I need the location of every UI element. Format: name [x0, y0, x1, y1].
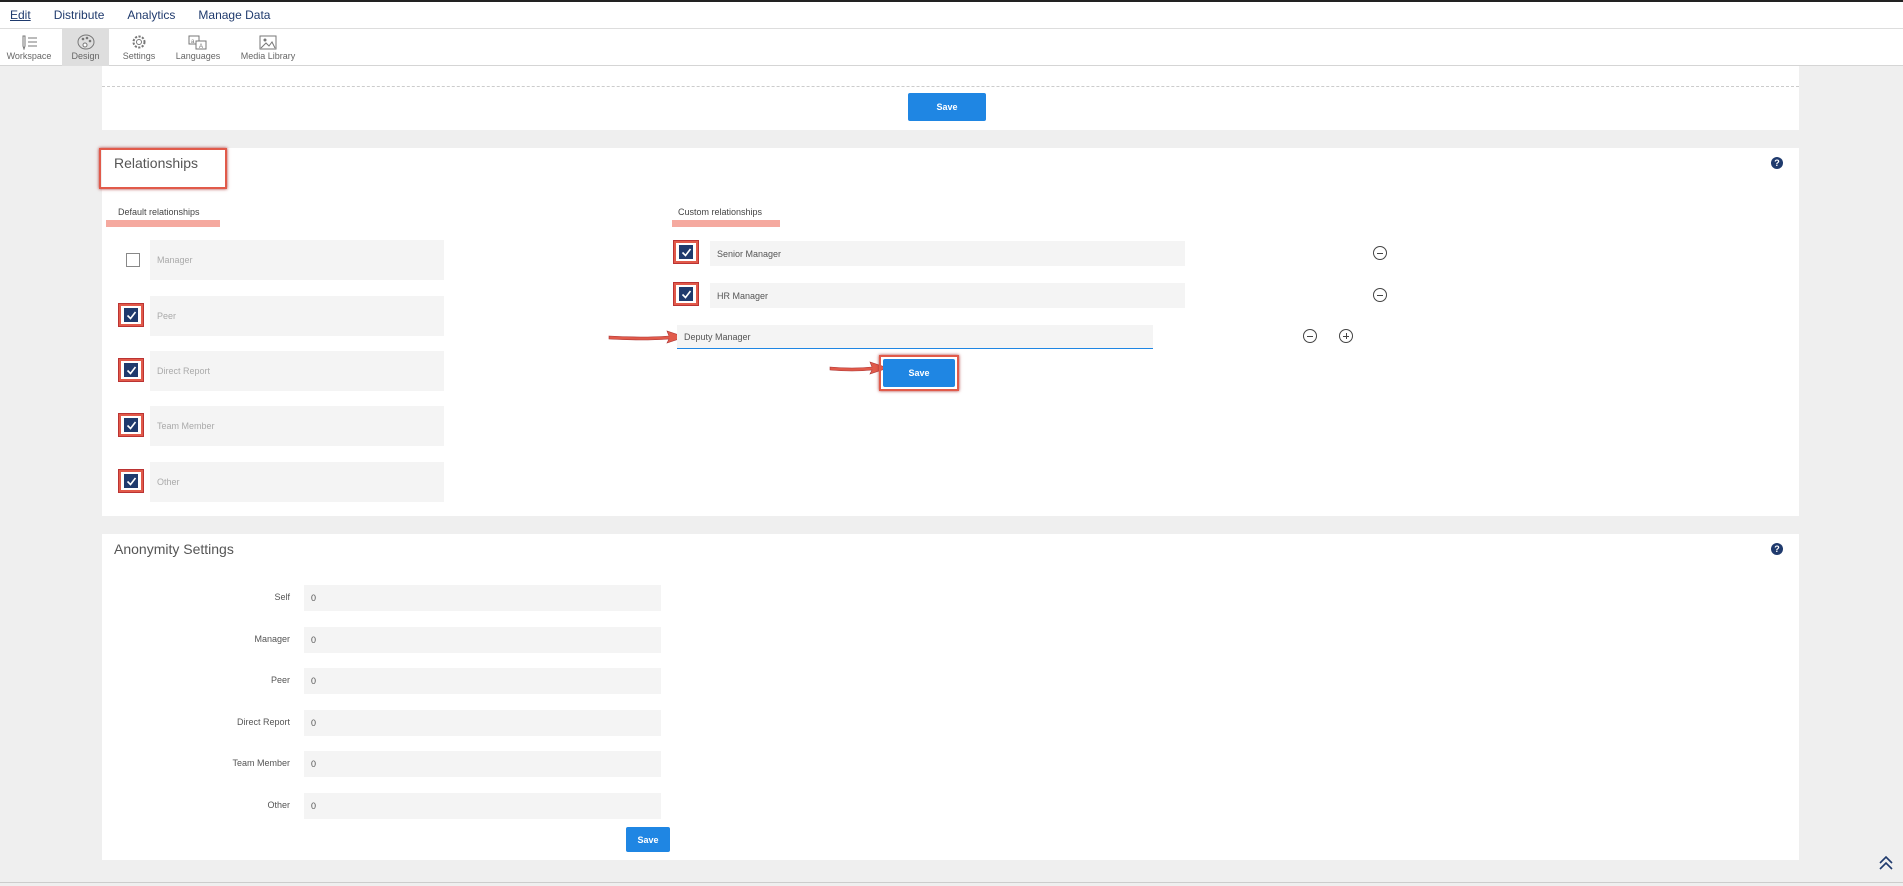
- checkbox-team-member[interactable]: [124, 418, 138, 432]
- nav-analytics[interactable]: Analytics: [127, 8, 175, 22]
- remove-senior-manager-icon[interactable]: [1373, 246, 1387, 260]
- languages-icon: aA: [188, 35, 207, 50]
- image-icon: [259, 35, 277, 49]
- relationships-panel: Relationships ? Default relationships Cu…: [99, 148, 1799, 516]
- relationships-title: Relationships: [114, 155, 199, 171]
- remove-hr-manager-icon[interactable]: [1373, 288, 1387, 302]
- custom-relationship-field[interactable]: HR Manager: [710, 283, 1185, 308]
- nav-distribute[interactable]: Distribute: [54, 8, 105, 22]
- tool-settings-label: Settings: [122, 51, 156, 61]
- palette-icon: [77, 34, 94, 50]
- top-panel: Save: [102, 66, 1799, 130]
- custom-relationship-field[interactable]: Senior Manager: [710, 241, 1185, 266]
- checkbox-manager[interactable]: [126, 253, 140, 267]
- default-relationship-field[interactable]: Other: [150, 462, 444, 502]
- check-icon: [126, 421, 137, 430]
- check-icon: [681, 248, 692, 257]
- checkbox-senior-manager[interactable]: [679, 245, 693, 259]
- anonymity-label: Self: [274, 592, 290, 602]
- anonymity-input[interactable]: 0: [304, 793, 661, 819]
- top-nav: Edit Distribute Analytics Manage Data: [0, 2, 1903, 28]
- anonymity-panel: Anonymity Settings ? Self 0 Manager 0 Pe…: [102, 534, 1799, 860]
- default-relationship-field[interactable]: Manager: [150, 240, 444, 280]
- anonymity-title: Anonymity Settings: [114, 541, 234, 557]
- anonymity-input[interactable]: 0: [304, 751, 661, 777]
- check-icon: [126, 311, 137, 320]
- anonymity-label: Peer: [270, 675, 290, 685]
- nav-edit[interactable]: Edit: [10, 8, 31, 22]
- scroll-to-top-icon[interactable]: [1878, 855, 1894, 871]
- checkbox-hr-manager[interactable]: [679, 287, 693, 301]
- tool-media-library-label: Media Library: [240, 50, 296, 61]
- checkbox-direct-report[interactable]: [124, 363, 138, 377]
- save-relationships-button[interactable]: Save: [883, 359, 955, 387]
- highlight-default: [106, 220, 220, 227]
- anonymity-input[interactable]: 0: [304, 668, 661, 694]
- custom-relationships-label: Custom relationships: [678, 207, 763, 217]
- check-icon: [681, 290, 692, 299]
- remove-new-relationship-icon[interactable]: [1303, 329, 1317, 343]
- anonymity-label: Other: [267, 800, 290, 810]
- tool-workspace-label: Workspace: [6, 50, 52, 61]
- tool-languages-label: Languages: [175, 50, 221, 61]
- svg-text:A: A: [199, 44, 203, 50]
- add-relationship-icon[interactable]: [1339, 329, 1353, 343]
- toolbar: Workspace Design Settings aA Languages M…: [0, 28, 1903, 66]
- tool-design[interactable]: Design: [62, 29, 109, 66]
- top-save-button[interactable]: Save: [908, 93, 986, 121]
- gear-icon: [132, 35, 146, 49]
- default-relationship-field[interactable]: Team Member: [150, 406, 444, 446]
- save-anonymity-button[interactable]: Save: [626, 827, 670, 852]
- default-relationships-label: Default relationships: [118, 207, 200, 217]
- tool-media-library[interactable]: Media Library: [238, 29, 298, 66]
- dashed-divider: [102, 86, 1799, 87]
- anonymity-help-icon[interactable]: ?: [1771, 543, 1783, 555]
- anonymity-input[interactable]: 0: [304, 710, 661, 736]
- highlight-custom: [672, 220, 780, 227]
- workspace-icon: [22, 35, 37, 50]
- anonymity-label: Direct Report: [236, 717, 290, 727]
- relationships-help-icon[interactable]: ?: [1771, 157, 1783, 169]
- default-relationship-field[interactable]: Peer: [150, 296, 444, 336]
- bottom-border: [0, 882, 1903, 883]
- new-relationship-input[interactable]: Deputy Manager: [677, 325, 1153, 349]
- anonymity-input[interactable]: 0: [304, 627, 661, 653]
- tool-settings[interactable]: Settings: [114, 29, 164, 66]
- tool-workspace[interactable]: Workspace: [6, 29, 52, 66]
- check-icon: [126, 477, 137, 486]
- default-relationship-field[interactable]: Direct Report: [150, 351, 444, 391]
- checkbox-other[interactable]: [124, 474, 138, 488]
- anonymity-input[interactable]: 0: [304, 585, 661, 611]
- tool-design-label: Design: [71, 51, 100, 61]
- tool-languages[interactable]: aA Languages: [172, 29, 224, 66]
- nav-manage-data[interactable]: Manage Data: [198, 8, 270, 22]
- checkbox-peer[interactable]: [124, 308, 138, 322]
- anonymity-label: Team Member: [232, 758, 290, 768]
- annotation-arrow-icon: [608, 330, 686, 344]
- anonymity-label: Manager: [254, 634, 290, 644]
- check-icon: [126, 366, 137, 375]
